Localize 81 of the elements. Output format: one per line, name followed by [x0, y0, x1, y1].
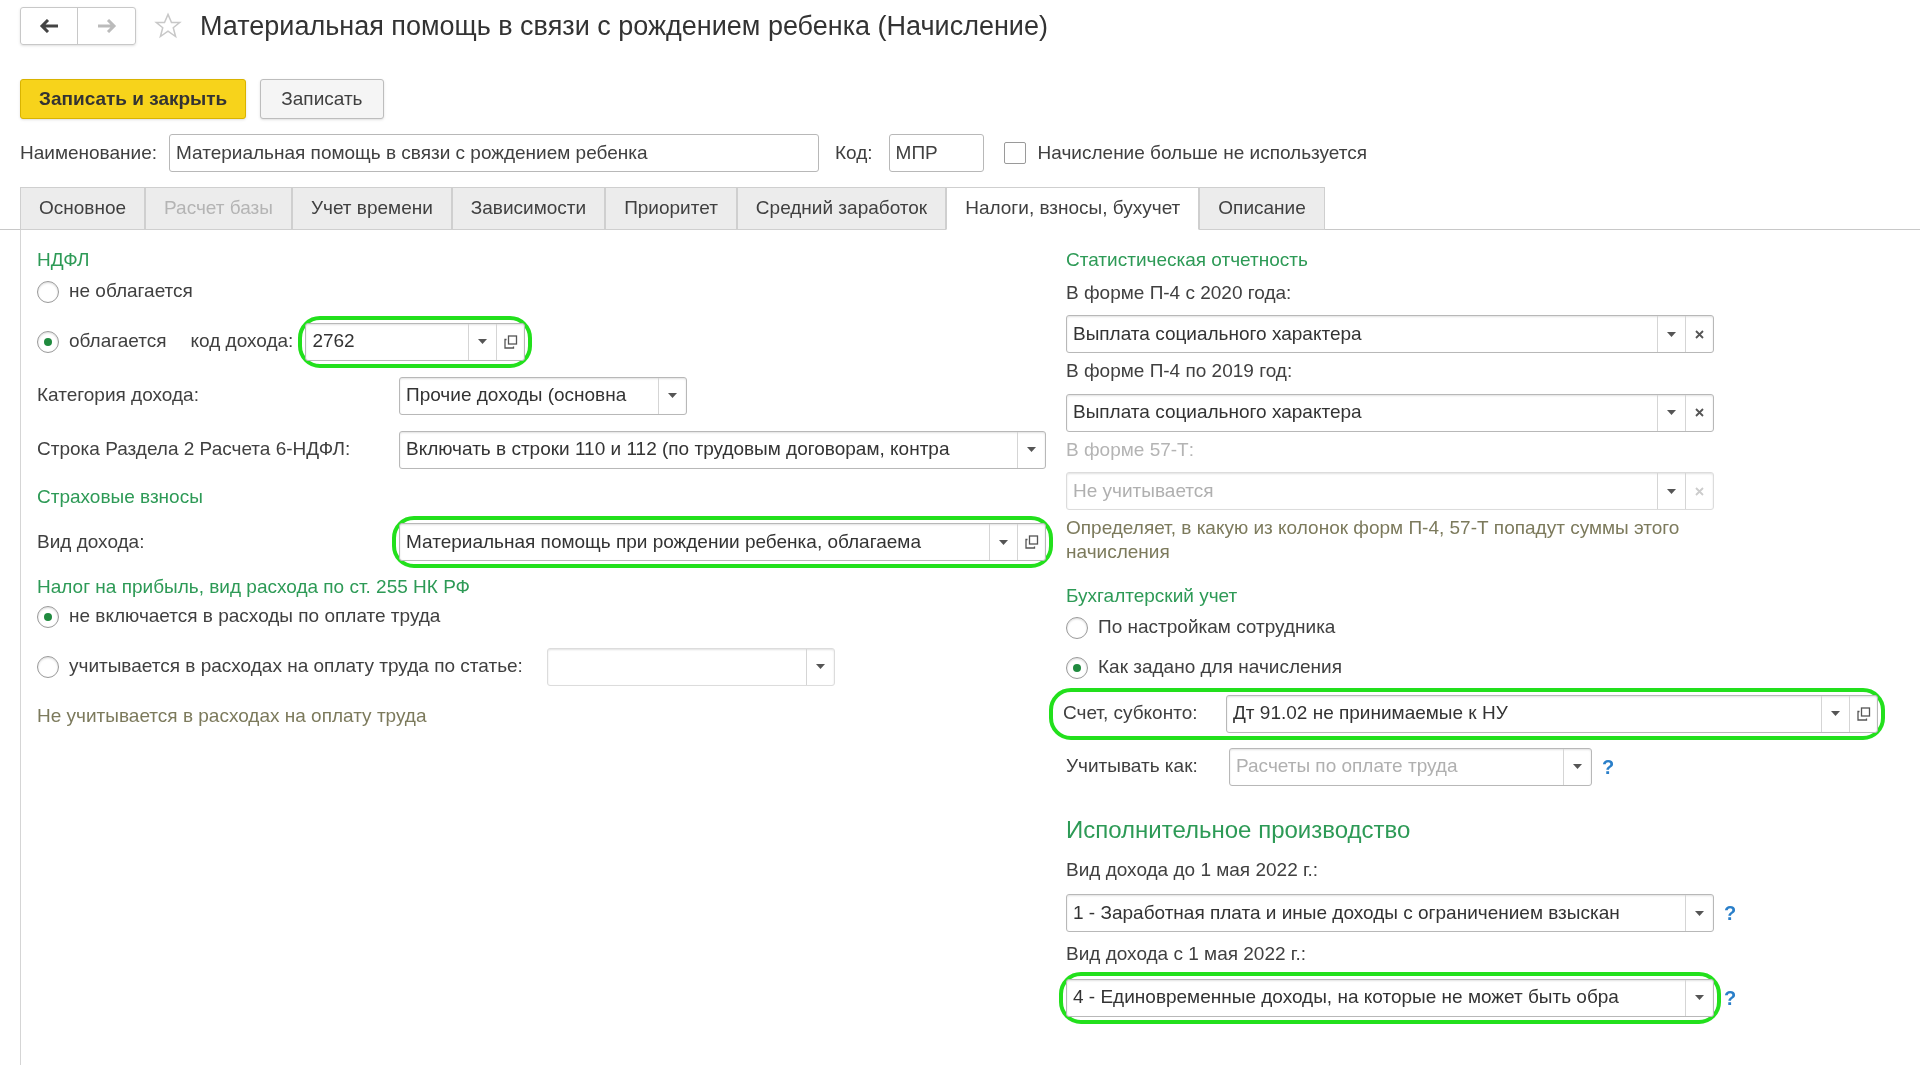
radio-button[interactable] [37, 655, 59, 678]
radio-button[interactable] [1066, 616, 1088, 639]
tab[interactable]: Описание [1199, 187, 1325, 230]
dropdown-field[interactable]: 1 - Заработная плата и иные доходы с ограничением взыскан [1066, 894, 1714, 932]
field-label: Вид дохода: [37, 529, 146, 554]
caret-icon [1695, 910, 1704, 916]
radio-label: По настройкам сотрудника [1098, 615, 1336, 640]
radio-button[interactable] [37, 280, 59, 303]
caret-icon [1573, 764, 1582, 769]
field-label: Учитывать как: [1066, 754, 1199, 779]
toolbar-button[interactable]: Записать [260, 79, 384, 119]
tab[interactable]: Зависимости [451, 187, 606, 230]
toolbar-button[interactable]: Записать и закрыть [20, 79, 247, 119]
checkbox[interactable] [1003, 142, 1026, 164]
forward-arrow-icon [96, 19, 117, 33]
dropdown-field[interactable]: Выплата социального характера [1066, 315, 1714, 353]
field-label: код дохода: [190, 329, 294, 354]
star-icon[interactable] [154, 12, 182, 40]
section-heading: Налог на прибыль, вид расхода по ст. 255 НК РФ [37, 575, 472, 599]
back-arrow-icon [39, 19, 59, 33]
field-label: Код: [835, 140, 873, 165]
caret-icon [815, 664, 825, 669]
help-link[interactable]: ? [1724, 982, 1737, 1013]
field-label: Наименование: [20, 140, 157, 165]
dropdown-field[interactable]: Включать в строки 110 и 112 (по трудовым договорам, контра [399, 430, 1046, 469]
caret-icon [1695, 995, 1704, 1000]
checkbox-label: Начисление больше не используется [1037, 140, 1368, 165]
dropdown-field[interactable]: Прочие доходы (основна [399, 376, 687, 415]
field-label: В форме 57-Т: [1066, 437, 1195, 462]
help-link[interactable]: ? [1602, 751, 1615, 782]
dropdown-field[interactable]: Материальная помощь при рождении ребенка, облагаема [399, 523, 1046, 561]
radio-label: Как задано для начисления [1098, 655, 1342, 680]
clear-icon [1695, 486, 1704, 496]
open-icon [1856, 706, 1871, 721]
open-icon [1024, 535, 1039, 549]
radio-label: не включается в расходы по оплате труда [69, 604, 441, 629]
caret-icon [1667, 410, 1676, 415]
field-label: В форме П-4 по 2019 год: [1066, 359, 1294, 383]
dropdown-field[interactable]: 4 - Единовременные доходы, на которые не может быть обра [1066, 978, 1714, 1017]
dropdown-field[interactable]: Выплата социального характера [1066, 393, 1714, 432]
field-label: Счет, субконто: [1063, 701, 1199, 726]
code-field[interactable]: МПР [888, 134, 984, 172]
field-label: В форме П-4 с 2020 года: [1066, 280, 1293, 305]
dropdown-field[interactable]: Дт 91.02 не принимаемые к НУ [1226, 694, 1878, 733]
radio-label: облагается [69, 329, 167, 354]
radio-label: учитывается в расходах на оплату труда по статье: [69, 654, 523, 679]
open-icon [503, 334, 518, 349]
note-text: Определяет, в какую из колонок форм П-4, 57-Т попадут суммы этого начисления [1066, 516, 1681, 564]
section-heading: Статистическая отчетность [1066, 248, 1309, 272]
help-link[interactable]: ? [1724, 898, 1737, 928]
radio-label: не облагается [69, 279, 193, 304]
tab[interactable]: Приоритет [605, 187, 737, 230]
dropdown-field[interactable]: 2762 [305, 322, 526, 361]
field-label: Строка Раздела 2 Расчета 6-НДФЛ: [37, 437, 352, 462]
tab[interactable]: Основное [20, 187, 146, 230]
section-heading: НДФЛ [37, 248, 91, 272]
radio-button[interactable] [37, 605, 59, 628]
tab[interactable]: Учет времени [291, 187, 452, 230]
field-label: Вид дохода с 1 мая 2022 г.: [1066, 942, 1307, 966]
dropdown-field[interactable] [546, 647, 835, 686]
radio-button[interactable] [1066, 656, 1088, 679]
tab[interactable]: Налоги, взносы, бухучет [946, 187, 1200, 230]
section-heading: Страховые взносы [37, 484, 204, 509]
section-heading: Исполнительное производство [1066, 814, 1412, 845]
window-title: Материальная помощь в связи с рождением ребенка (Начисление) [200, 9, 1048, 43]
field-label: Вид дохода до 1 мая 2022 г.: [1066, 857, 1320, 882]
clear-icon [1695, 408, 1704, 417]
caret-icon [478, 339, 488, 344]
caret-icon [1831, 711, 1840, 716]
caret-icon [1027, 447, 1036, 452]
caret-icon [1667, 488, 1676, 494]
radio-button[interactable] [37, 330, 59, 353]
note-text: Не учитывается в расходах на оплату труда [37, 703, 428, 728]
clear-icon [1695, 329, 1704, 339]
section-heading: Бухгалтерский учет [1066, 584, 1239, 608]
name-field[interactable]: Материальная помощь в связи с рождением ребенка [169, 134, 819, 172]
caret-icon [1667, 331, 1676, 337]
field-label: Категория дохода: [37, 383, 200, 408]
caret-icon [999, 539, 1008, 545]
caret-icon [668, 393, 677, 398]
tab[interactable]: Средний заработок [736, 187, 947, 230]
